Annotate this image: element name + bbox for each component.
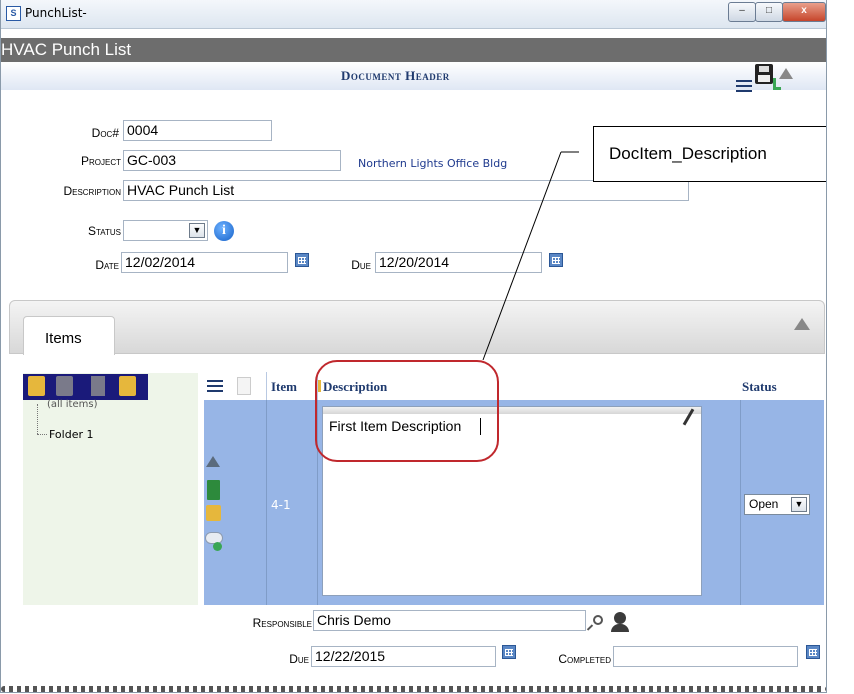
item-due-label: Due [289,652,309,666]
completed-calendar-icon[interactable] [806,645,820,659]
completed-label: Completed [558,652,611,666]
item-due-input[interactable]: 12/22/2015 [311,646,496,667]
responsible-input[interactable]: Chris Demo [313,610,586,631]
user-icon[interactable] [614,612,626,624]
item-due-calendar-icon[interactable] [502,645,516,659]
callout-leader-line [482,151,579,361]
search-icon[interactable] [593,615,603,625]
callout-label: DocItem_Description [609,144,767,163]
torn-edge [1,686,826,692]
responsible-label: Responsible [252,616,312,630]
user-icon-body [611,624,629,632]
app-window: S PunchList- – □ x HVAC Punch List Docum… [0,0,827,693]
completed-input[interactable] [613,646,798,667]
